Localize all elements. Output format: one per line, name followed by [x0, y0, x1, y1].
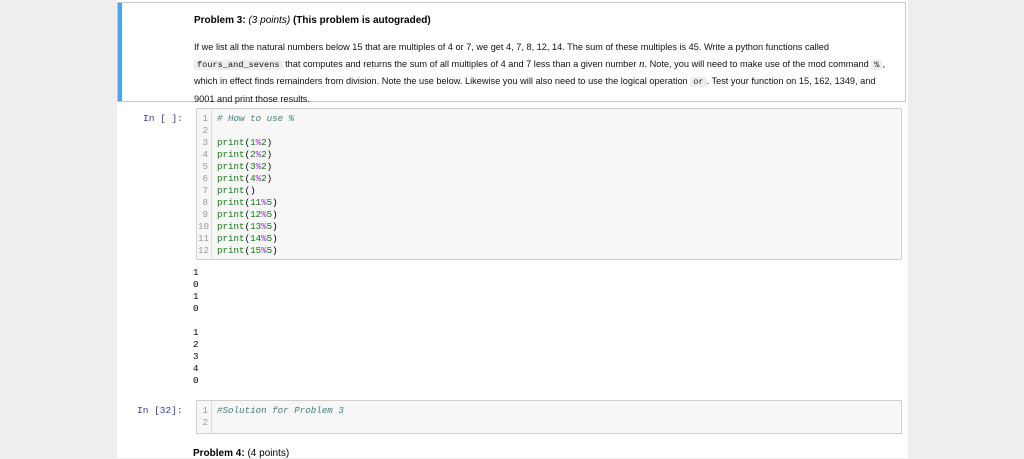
- line-number: 2: [202, 125, 208, 136]
- autograded-note: (This problem is autograded): [292, 15, 431, 26]
- punctuation-token: (): [244, 185, 256, 196]
- output-line: 3: [193, 351, 199, 362]
- punctuation-token: ): [266, 149, 273, 160]
- builtin-token: print: [217, 149, 245, 160]
- punctuation-token: ): [272, 233, 278, 244]
- number-token: 14: [250, 233, 262, 244]
- number-token: 11: [250, 197, 262, 208]
- line-number: 5: [202, 161, 208, 172]
- number-token: 13: [250, 221, 262, 232]
- inline-code: or: [690, 77, 707, 87]
- code-cell-editor[interactable]: 1 # How to use % 2 3 print(1%2) 4 print(2%2) 5 p…: [196, 108, 902, 260]
- text-run: If we list all the natural numbers below…: [194, 42, 829, 52]
- punctuation-token: ): [266, 137, 273, 148]
- builtin-token: print: [217, 245, 245, 256]
- output-line: 0: [193, 279, 199, 290]
- line-number: 11: [198, 233, 210, 244]
- line-number: 8: [202, 197, 208, 208]
- number-token: 12: [250, 209, 262, 220]
- line-number: 9: [202, 209, 208, 220]
- output-line: 1: [193, 327, 199, 338]
- output-line: 0: [193, 375, 199, 386]
- code-text: print(): [217, 185, 256, 196]
- problem-points: (4 points): [247, 448, 290, 459]
- builtin-token: print: [217, 221, 245, 232]
- code-text: print(2%2): [217, 149, 272, 160]
- builtin-token: print: [217, 161, 245, 172]
- punctuation-token: ): [266, 161, 273, 172]
- line-number: 4: [202, 149, 208, 160]
- line-number: 1: [202, 405, 208, 416]
- code-text: print(4%2): [217, 173, 272, 184]
- problem-3-title: Problem 3: (3 points) (This problem is a…: [194, 15, 431, 26]
- problem-points: (3 points): [248, 15, 291, 26]
- code-comment: # How to use %: [217, 113, 295, 124]
- punctuation-token: ): [272, 209, 278, 220]
- output-line: 4: [193, 363, 199, 374]
- line-number: 3: [202, 137, 208, 148]
- code-text: print(12%5): [217, 209, 278, 220]
- text-run: that computes and returns the sum of all…: [285, 58, 637, 69]
- output-line: 1: [193, 267, 199, 278]
- punctuation-token: ): [272, 197, 278, 208]
- punctuation-token: ): [272, 221, 278, 232]
- builtin-token: print: [217, 137, 245, 148]
- line-number: 6: [202, 173, 208, 184]
- number-token: 15: [250, 245, 262, 256]
- problem-3-description: If we list all the natural numbers below…: [194, 39, 894, 107]
- builtin-token: print: [217, 185, 245, 196]
- code-text: print(11%5): [217, 197, 278, 208]
- line-number: 2: [202, 417, 208, 428]
- line-number: 10: [198, 221, 210, 232]
- text-run: . Note, you will need to make use of the…: [644, 58, 826, 69]
- inline-code: fours_and_sevens: [194, 59, 283, 70]
- input-prompt: In [ ]:: [143, 113, 183, 124]
- code-cell-editor[interactable]: 1 #Solution for Problem 3 2: [196, 400, 902, 434]
- code-comment: #Solution for Problem 3: [217, 405, 344, 416]
- output-line: 0: [193, 303, 199, 314]
- problem-4-title: Problem 4: (4 points): [193, 448, 289, 459]
- inline-code: %: [871, 59, 883, 70]
- code-text: #Solution for Problem 3: [217, 405, 344, 416]
- code-text: print(1%2): [217, 137, 272, 148]
- input-prompt: In [32]:: [137, 405, 183, 416]
- code-text: print(13%5): [217, 221, 278, 232]
- punctuation-token: ): [266, 173, 273, 184]
- code-text: # How to use %: [217, 113, 294, 124]
- punctuation-token: ): [272, 245, 278, 256]
- builtin-token: print: [217, 209, 245, 220]
- code-text: print(14%5): [217, 233, 278, 244]
- line-number: 12: [198, 245, 210, 256]
- builtin-token: print: [217, 197, 245, 208]
- markdown-cell-problem-3[interactable]: Problem 3: (3 points) (This problem is a…: [117, 2, 906, 104]
- line-number: 7: [202, 185, 208, 196]
- selected-cell-indicator: [118, 3, 122, 101]
- builtin-token: print: [217, 233, 245, 244]
- line-number: 1: [202, 113, 208, 124]
- problem-label: Problem 3:: [194, 15, 246, 26]
- output-line: 2: [193, 339, 199, 350]
- code-text: print(15%5): [217, 245, 278, 256]
- code-text: print(3%2): [217, 161, 272, 172]
- builtin-token: print: [217, 173, 245, 184]
- text-run: command: [828, 58, 869, 69]
- output-line: 1: [193, 291, 199, 302]
- text-run: . Test your: [706, 76, 749, 86]
- problem-label: Problem 4:: [193, 448, 245, 459]
